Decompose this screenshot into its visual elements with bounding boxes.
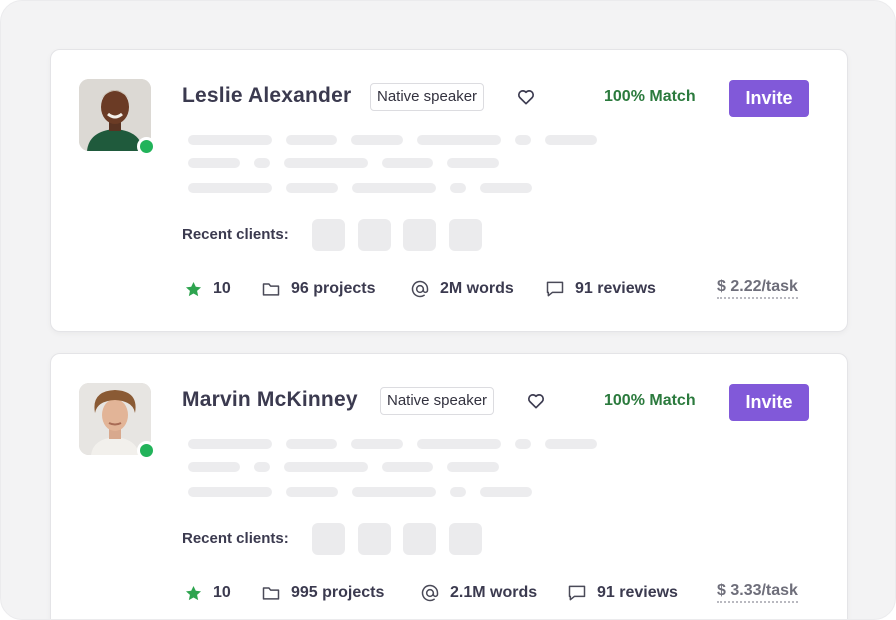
reviews-count: 91 reviews (597, 584, 678, 601)
words-stat: 2.1M words (420, 582, 537, 604)
reviews-count: 91 reviews (575, 280, 656, 297)
price-per-task: $ 3.33/task (717, 582, 798, 603)
invite-button[interactable]: Invite (729, 384, 809, 421)
native-speaker-badge: Native speaker (370, 83, 485, 111)
comment-icon (546, 281, 564, 297)
rating-value: 10 (213, 584, 231, 601)
folder-icon (262, 283, 280, 296)
heart-icon[interactable] (516, 87, 536, 107)
words-stat: 2M words (410, 278, 514, 300)
client-logo[interactable] (312, 523, 345, 555)
reviews-stat: 91 reviews (545, 278, 656, 300)
match-score: 100% Match (604, 88, 696, 105)
heart-icon[interactable] (526, 391, 546, 411)
rating-value: 10 (213, 280, 231, 297)
freelancer-name[interactable]: Leslie Alexander (182, 84, 351, 108)
freelancer-list: Leslie Alexander Native speaker 100% Mat… (0, 0, 896, 620)
folder-icon (262, 587, 280, 600)
star-icon (185, 281, 202, 296)
projects-stat: 995 projects (261, 582, 384, 604)
freelancer-card[interactable]: Leslie Alexander Native speaker 100% Mat… (50, 49, 848, 332)
freelancer-name[interactable]: Marvin McKinney (182, 388, 358, 412)
star-icon (185, 585, 202, 600)
invite-button[interactable]: Invite (729, 80, 809, 117)
online-status-indicator (137, 137, 156, 156)
reviews-stat: 91 reviews (567, 582, 678, 604)
recent-clients-label: Recent clients: (182, 226, 289, 243)
match-score: 100% Match (604, 392, 696, 409)
projects-count: 96 projects (291, 280, 376, 297)
freelancer-card[interactable]: Marvin McKinney Native speaker 100% Matc… (50, 353, 848, 619)
client-logo[interactable] (358, 523, 391, 555)
client-logo[interactable] (312, 219, 345, 251)
recent-clients-label: Recent clients: (182, 530, 289, 547)
online-status-indicator (137, 441, 156, 460)
price-per-task: $ 2.22/task (717, 278, 798, 299)
words-count: 2M words (440, 280, 514, 297)
projects-count: 995 projects (291, 584, 385, 601)
rating-stat: 10 (184, 582, 231, 604)
rating-stat: 10 (184, 278, 231, 300)
at-sign-icon (411, 280, 429, 298)
native-speaker-badge: Native speaker (380, 387, 495, 415)
client-logo[interactable] (403, 523, 436, 555)
client-logo[interactable] (358, 219, 391, 251)
at-sign-icon (421, 584, 439, 602)
words-count: 2.1M words (450, 584, 538, 601)
comment-icon (568, 585, 586, 601)
projects-stat: 96 projects (261, 278, 375, 300)
client-logo[interactable] (449, 523, 482, 555)
client-logo[interactable] (449, 219, 482, 251)
client-logo[interactable] (403, 219, 436, 251)
